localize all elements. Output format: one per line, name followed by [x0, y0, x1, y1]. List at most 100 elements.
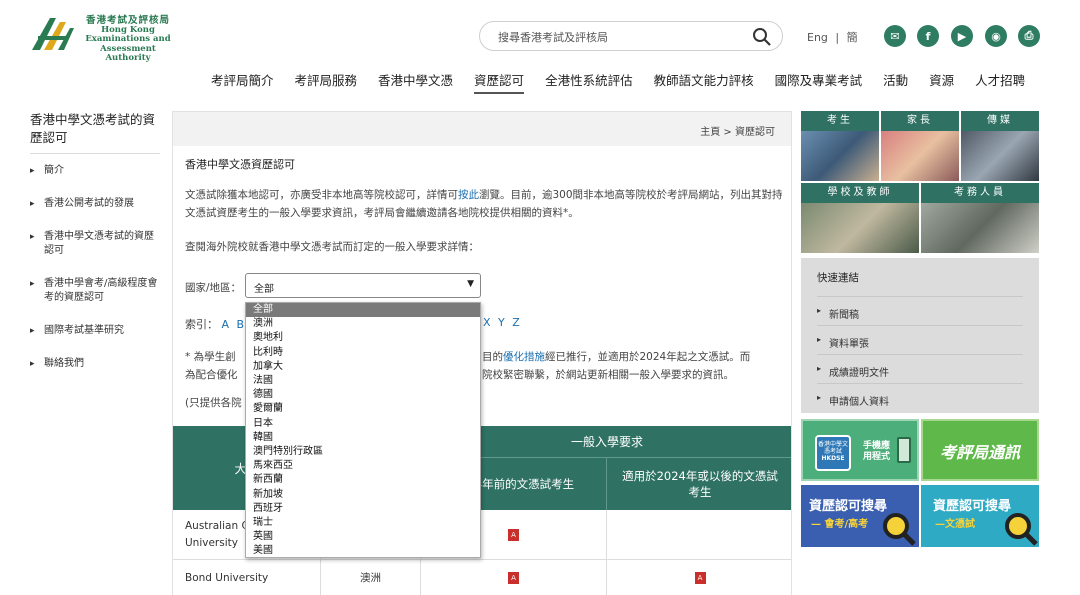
- nav-tsa[interactable]: 全港性系統評估: [545, 70, 633, 94]
- breadcrumb-bar: [173, 112, 791, 146]
- dropdown-option[interactable]: 奧地利: [246, 331, 480, 345]
- sidebar-item-benchmark[interactable]: 國際考試基準研究: [30, 324, 160, 338]
- lang-separator: |: [835, 31, 840, 44]
- university-name[interactable]: Bond University: [173, 560, 321, 595]
- sidebar-item-contact[interactable]: 聯絡我們: [30, 357, 160, 371]
- tile-candidates[interactable]: 考生: [801, 111, 879, 181]
- intro-paragraph: 文憑試除獲本地認可，亦廣受非本地高等院校認可，詳情可按此瀏覽。目前，逾300間非…: [185, 186, 785, 222]
- nav-resources[interactable]: 資源: [929, 70, 954, 94]
- print-icon[interactable]: ⎙: [1018, 25, 1040, 47]
- sidebar-item-intro[interactable]: 簡介: [30, 164, 160, 178]
- tile-media[interactable]: 傳媒: [961, 111, 1039, 181]
- exam-personnel-photo: [921, 203, 1039, 253]
- sidebar-title: 香港中學文憑考試的資歷認可: [30, 111, 160, 154]
- index-letters-end[interactable]: X Y Z: [483, 316, 522, 329]
- nav-recognition[interactable]: 資歷認可: [474, 70, 525, 94]
- facebook-icon[interactable]: f: [917, 25, 939, 47]
- nav-hkdse[interactable]: 香港中學文憑: [378, 70, 453, 94]
- lang-simplified-link[interactable]: 簡: [847, 31, 858, 44]
- recognition-search-hkcee-banner[interactable]: 資歷認可搜尋 — 會考/高考: [801, 485, 919, 547]
- logo-english-3: Assessment Authority: [100, 43, 156, 63]
- pdf-icon[interactable]: A: [694, 571, 706, 584]
- click-here-link[interactable]: 按此: [458, 189, 479, 201]
- quick-link-personal-data[interactable]: 申請個人資料: [817, 383, 1023, 408]
- email-icon[interactable]: ✉: [884, 25, 906, 47]
- index-letters-start[interactable]: A B: [222, 318, 247, 331]
- dropdown-option[interactable]: 新西蘭: [246, 473, 480, 487]
- dropdown-option[interactable]: 全部: [246, 303, 480, 318]
- pdf-icon[interactable]: A: [508, 528, 519, 541]
- search-box[interactable]: 搜尋香港考試及評核局: [479, 21, 783, 51]
- search-input[interactable]: 搜尋香港考試及評核局: [498, 29, 608, 45]
- candidates-photo: [801, 131, 879, 181]
- main-nav: 考評局簡介 考評局服務 香港中學文憑 資歷認可 全港性系統評估 教師語文能力評核…: [211, 70, 1046, 94]
- pdf-icon[interactable]: A: [508, 571, 519, 584]
- tile-schools-teachers[interactable]: 學校及教師: [801, 183, 919, 253]
- hkeaa-logo[interactable]: 香港考試及評核局 Hong Kong Examinations and Asse…: [30, 16, 180, 63]
- dropdown-option[interactable]: 馬來西亞: [246, 459, 480, 473]
- search-banner-title: 資歷認可搜尋: [933, 499, 1012, 514]
- newsletter-banner[interactable]: 考評局通訊: [921, 419, 1039, 481]
- quick-links-title: 快速連結: [817, 272, 859, 284]
- optimisation-link[interactable]: 優化措施: [503, 351, 545, 363]
- country-select-value: 全部: [254, 284, 274, 295]
- note-line1-mid: 目的: [482, 351, 503, 363]
- note-line1-end: 經已推行，並適用於2024年起之文憑試。而: [545, 351, 751, 363]
- lang-english-link[interactable]: Eng: [807, 31, 828, 44]
- note-line2-end: 院校緊密聯繫，於網站更新相關一般入學要求的資訊。: [482, 369, 734, 381]
- app-icon-en: HKDSE: [821, 455, 845, 462]
- tile-label: 考務人員: [921, 183, 1039, 203]
- nav-services[interactable]: 考評局服務: [295, 70, 358, 94]
- nav-events[interactable]: 活動: [883, 70, 908, 94]
- schools-photo: [801, 203, 919, 253]
- tile-label: 傳媒: [961, 111, 1039, 131]
- language-switch: Eng | 簡: [807, 29, 858, 45]
- sidebar-item-hkdse-recognition[interactable]: 香港中學文憑考試的資歷認可: [30, 230, 160, 258]
- tile-exam-personnel[interactable]: 考務人員: [921, 183, 1039, 253]
- dropdown-option[interactable]: 比利時: [246, 346, 480, 360]
- nav-intl-exams[interactable]: 國際及專業考試: [775, 70, 863, 94]
- phone-icon: [897, 437, 911, 463]
- recognition-search-hkdse-banner[interactable]: 資歷認可搜尋 —文憑試: [921, 485, 1039, 547]
- parents-photo: [881, 131, 959, 181]
- dropdown-option[interactable]: 澳洲: [246, 317, 480, 331]
- nav-lpat[interactable]: 教師語文能力評核: [654, 70, 754, 94]
- country-cell: 澳洲: [321, 560, 421, 595]
- dropdown-option[interactable]: 澳門特別行政區: [246, 445, 480, 459]
- sidebar-item-development[interactable]: 香港公開考試的發展: [30, 197, 160, 211]
- nav-careers[interactable]: 人才招聘: [975, 70, 1025, 94]
- youtube-icon[interactable]: ▶: [951, 25, 973, 47]
- dropdown-option[interactable]: 日本: [246, 417, 480, 431]
- dropdown-option[interactable]: 西班牙: [246, 502, 480, 516]
- sidebar-item-hkcee-recognition[interactable]: 香港中學會考/高級程度會考的資歷認可: [30, 277, 160, 305]
- country-select[interactable]: 全部 ▼: [245, 273, 481, 298]
- country-label: 國家/地區：: [185, 282, 242, 294]
- magnifier-icon: [883, 513, 916, 546]
- nav-about[interactable]: 考評局簡介: [211, 70, 274, 94]
- tile-label: 家長: [881, 111, 959, 131]
- dropdown-option[interactable]: 英國: [246, 530, 480, 544]
- dropdown-option[interactable]: 瑞士: [246, 516, 480, 530]
- note-line1-start: * 為學生創: [185, 351, 236, 363]
- dropdown-option[interactable]: 法國: [246, 374, 480, 388]
- rss-icon[interactable]: ◉: [985, 25, 1007, 47]
- newsletter-title: 考評局通訊: [939, 443, 1020, 462]
- dropdown-option[interactable]: 加拿大: [246, 360, 480, 374]
- dropdown-option[interactable]: 德國: [246, 388, 480, 402]
- quick-link-certificates[interactable]: 成績證明文件: [817, 354, 1023, 379]
- lookup-paragraph: 查閱海外院校就香港中學文憑考試而訂定的一般入學要求詳情：: [185, 241, 479, 253]
- app-icon: 香港中學文憑考試 HKDSE: [815, 435, 851, 471]
- breadcrumb[interactable]: 主頁 > 資歷認可: [700, 123, 775, 138]
- app-icon-zh: 香港中學文憑考試: [817, 441, 848, 455]
- hkdse-app-banner[interactable]: 香港中學文憑考試 HKDSE 手機應用程式: [801, 419, 919, 481]
- dropdown-option[interactable]: 新加坡: [246, 488, 480, 502]
- tile-parents[interactable]: 家長: [881, 111, 959, 181]
- site-header: 香港考試及評核局 Hong Kong Examinations and Asse…: [0, 0, 1080, 100]
- quick-link-press[interactable]: 新聞稿: [817, 296, 1023, 321]
- dropdown-option[interactable]: 愛爾蘭: [246, 402, 480, 416]
- search-icon[interactable]: [752, 27, 772, 47]
- dropdown-option[interactable]: 美國: [246, 544, 480, 558]
- dropdown-option[interactable]: 韓國: [246, 431, 480, 445]
- quick-link-leaflets[interactable]: 資料單張: [817, 325, 1023, 350]
- chevron-down-icon: ▼: [467, 279, 474, 289]
